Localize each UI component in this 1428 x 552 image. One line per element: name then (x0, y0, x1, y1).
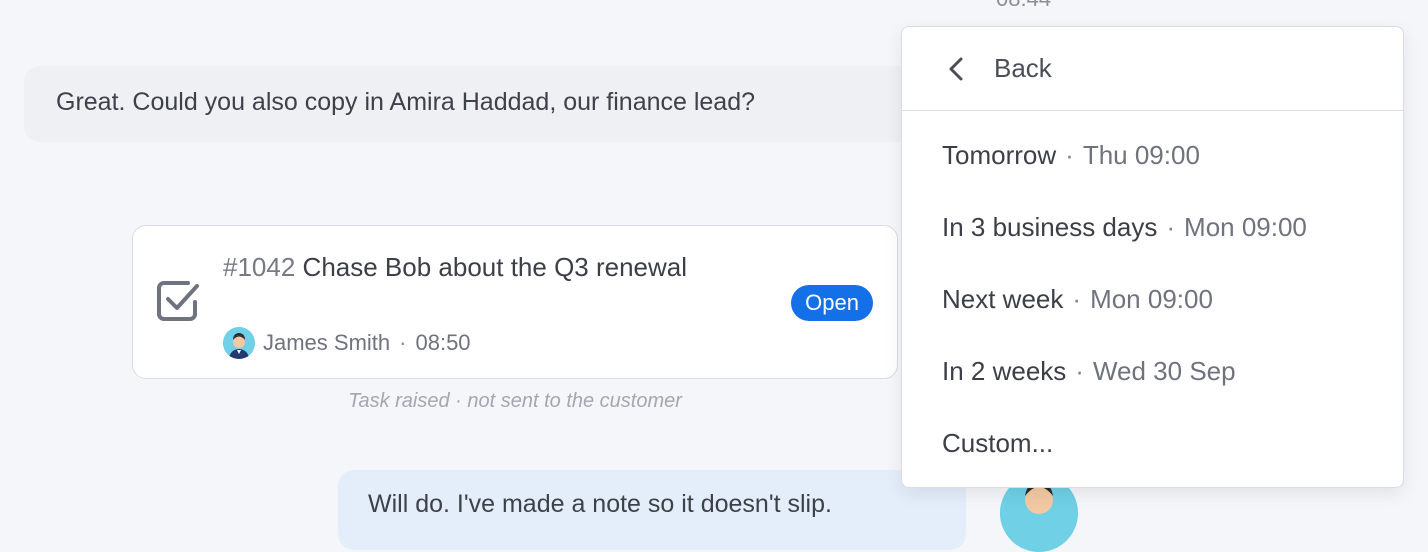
menu-item-label: Custom... (942, 427, 1054, 458)
menu-item-when: Thu 09:00 (1082, 139, 1200, 170)
task-title-text: Chase Bob about the Q3 renewal (302, 252, 688, 282)
menu-separator: · (1072, 283, 1082, 314)
menu-item-when: Mon 09:00 (1090, 283, 1213, 314)
person-avatar-icon (223, 327, 255, 359)
meta-separator: · (399, 330, 407, 355)
menu-item-tomorrow[interactable]: Tomorrow · Thu 09:00 (902, 119, 1403, 191)
menu-item-when: Wed 30 Sep (1092, 355, 1236, 386)
menu-item-label: Next week (942, 283, 1064, 314)
menu-item-2-weeks[interactable]: In 2 weeks · Wed 30 Sep (902, 335, 1403, 407)
menu-items: Tomorrow · Thu 09:00 In 3 business days … (902, 111, 1403, 479)
message-timestamp: 08:44 (996, 0, 1051, 12)
menu-item-label: In 3 business days (942, 211, 1158, 242)
menu-item-3-business-days[interactable]: In 3 business days · Mon 09:00 (902, 191, 1403, 263)
outgoing-message-bubble: Will do. I've made a note so it doesn't … (338, 470, 966, 550)
menu-item-label: In 2 weeks (942, 355, 1067, 386)
back-button[interactable]: Back (902, 27, 1403, 111)
status-badge: Open (791, 285, 873, 321)
menu-separator: · (1065, 139, 1074, 170)
incoming-message-bubble: Great. Could you also copy in Amira Hadd… (24, 66, 924, 142)
task-time: 08:50 (415, 330, 471, 355)
menu-item-label: Tomorrow (942, 139, 1057, 170)
task-title[interactable]: #1042 Chase Bob about the Q3 renewal (223, 246, 693, 288)
task-number: #1042 (223, 252, 296, 282)
task-card[interactable]: #1042 Chase Bob about the Q3 renewal Jam… (132, 225, 898, 379)
menu-item-custom[interactable]: Custom... (902, 407, 1403, 479)
task-note: Task raised · not sent to the customer (348, 390, 682, 412)
menu-separator: · (1075, 355, 1084, 386)
back-label: Back (994, 53, 1052, 83)
assignee-avatar (223, 327, 255, 359)
incoming-message-text: Great. Could you also copy in Amira Hadd… (56, 88, 756, 116)
snooze-menu: Back Tomorrow · Thu 09:00 In 3 business … (901, 26, 1404, 488)
menu-separator: · (1166, 211, 1176, 242)
chevron-left-icon (949, 57, 963, 80)
menu-item-when: Mon 09:00 (1184, 211, 1307, 242)
menu-item-next-week[interactable]: Next week · Mon 09:00 (902, 263, 1403, 335)
task-checkbox-icon (157, 281, 199, 321)
task-meta: James Smith · 08:50 (223, 327, 471, 359)
task-assignee: James Smith (263, 330, 391, 355)
